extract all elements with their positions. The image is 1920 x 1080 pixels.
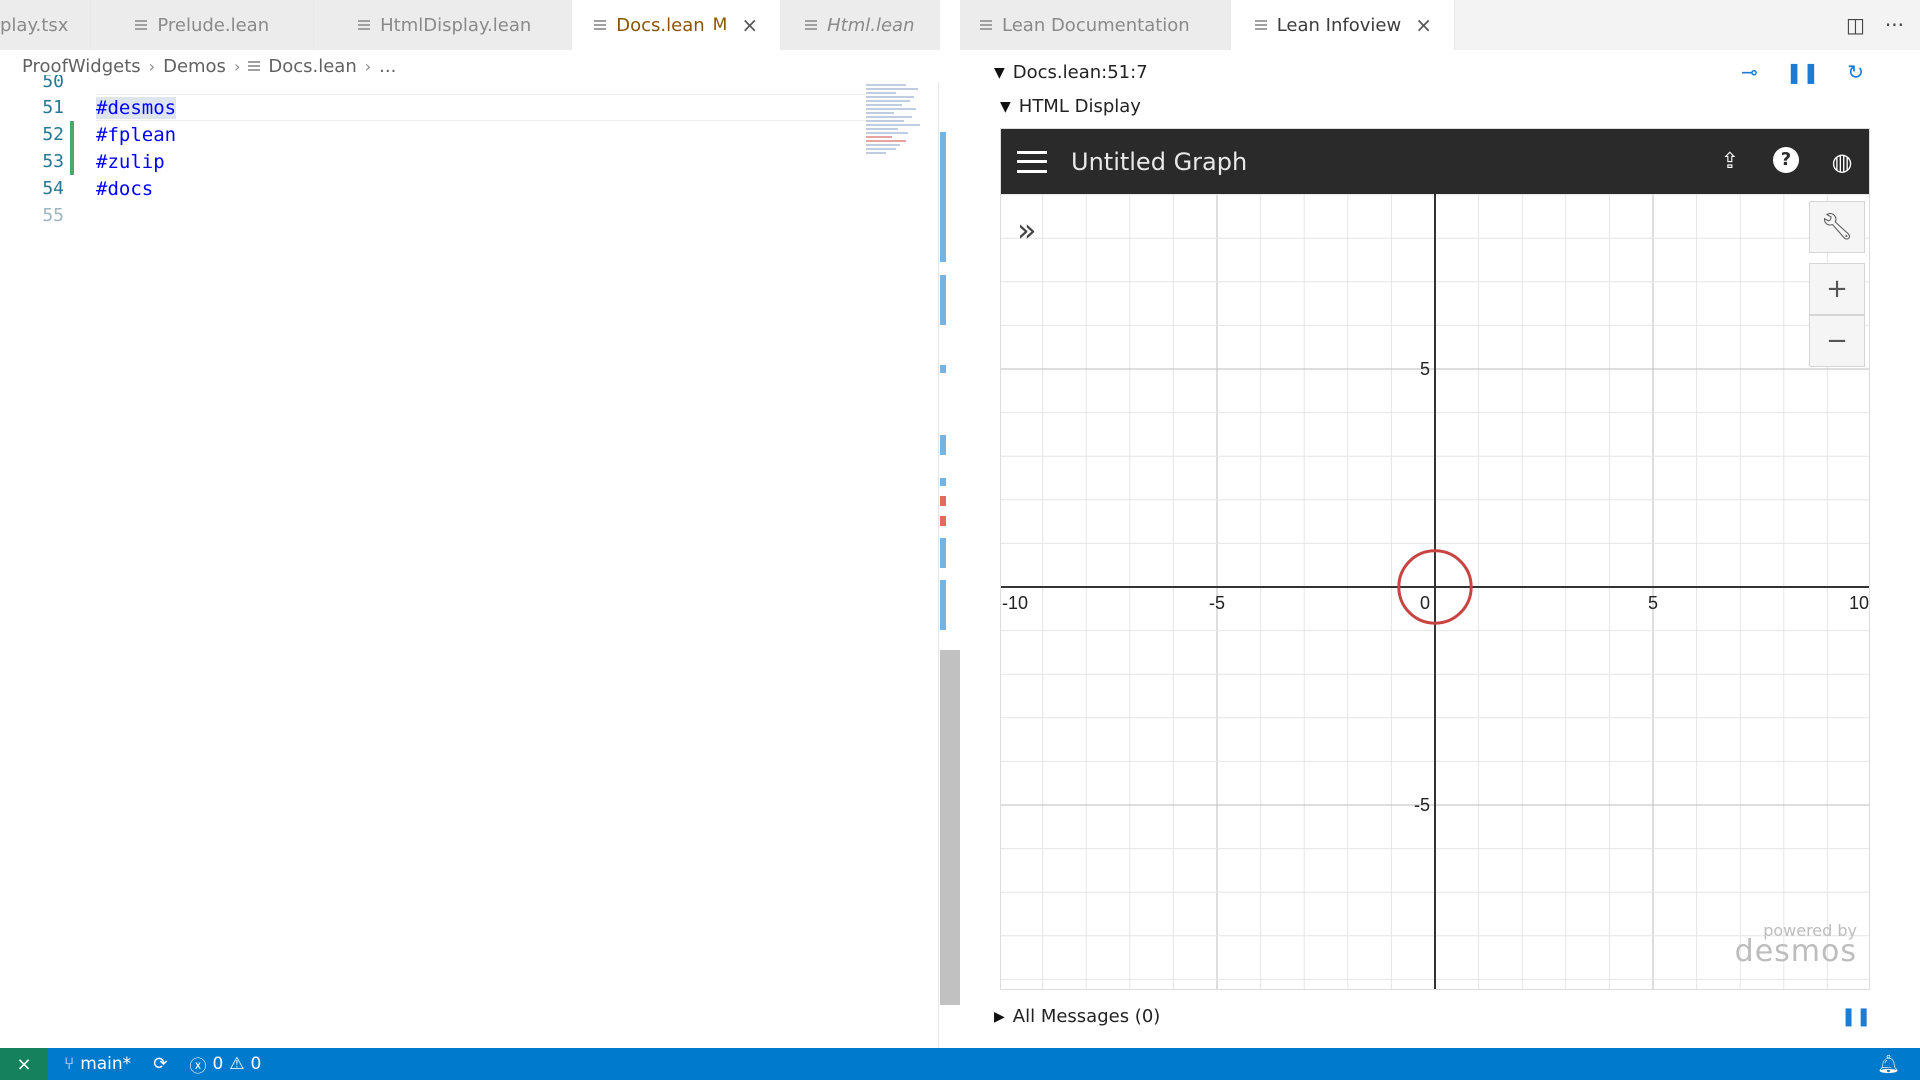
infoview-tab-bar: Lean Documentation Lean Infoview × ◫ ··· [960,0,1920,50]
line-number: 55 [42,205,64,226]
code-line[interactable]: 55 [0,202,860,229]
graph-canvas[interactable]: -10 -5 0 5 10 5 -5 [1001,194,1870,990]
x-tick-label: 5 [1648,593,1658,613]
line-number: 52 [42,124,64,145]
editor-tab-bar: play.tsx Prelude.lean HtmlDisplay.lean D… [0,0,940,50]
file-icon [358,19,372,31]
zoom-out-button[interactable]: − [1809,315,1865,367]
graph-tools: 🔧︎ + − [1809,201,1865,367]
triangle-right-icon: ▶ [994,1008,1005,1025]
editor-actions: ◫ ··· [1846,0,1920,50]
line-number: 54 [42,178,64,199]
goal-position-header[interactable]: ▼ Docs.lean:51:7 [994,62,1148,83]
tab-play-tsx[interactable]: play.tsx [0,0,92,50]
x-tick-label: 0 [1420,593,1430,613]
chevron-right-icon: › [148,56,156,76]
modified-indicator: M [712,15,728,35]
all-messages-header[interactable]: ▶ All Messages (0) [994,1006,1160,1027]
pause-icon[interactable]: ❚❚ [1841,1006,1871,1027]
code-line[interactable]: 54 #docs [0,175,860,202]
file-icon [594,19,608,31]
refresh-icon[interactable]: ↻ [1847,60,1864,84]
line-number: 53 [42,151,64,172]
pause-icon[interactable]: ❚❚ [1786,60,1820,84]
zoom-in-button[interactable]: + [1809,263,1865,315]
branch-indicator[interactable]: ⑂ main* [64,1054,131,1074]
triangle-down-icon: ▼ [1000,98,1011,115]
diff-added-marker [70,121,74,148]
git-branch-icon: ⑂ [64,1054,75,1074]
y-tick-label: 5 [1420,359,1430,379]
desmos-header: Untitled Graph ⇪ ? ◍ [1001,129,1869,194]
pin-icon[interactable]: ⊸ [1741,60,1758,84]
share-icon[interactable]: ⇪ [1715,147,1745,177]
scrollbar-thumb[interactable] [940,650,960,1005]
problems-indicator[interactable]: ⓧ 0 ⚠ 0 [189,1052,261,1077]
file-icon [805,19,819,31]
tab-docs-lean[interactable]: Docs.lean M × [572,0,782,50]
x-tick-label: 10 [1849,593,1869,613]
code-text[interactable]: #zulip [96,151,165,173]
expand-expressions-icon[interactable]: » [1017,211,1037,249]
breadcrumb-item[interactable]: ... [379,56,396,77]
more-actions-icon[interactable]: ··· [1885,13,1904,37]
code-text[interactable]: #fplean [96,124,176,146]
code-line[interactable]: 53 #zulip [0,148,860,175]
powered-by-desmos-logo: powered by desmos [1734,921,1857,969]
file-icon [135,19,149,31]
split-editor-icon[interactable]: ◫ [1846,13,1865,37]
file-icon [1254,19,1269,31]
warning-icon: ⚠ [229,1054,245,1074]
bell-icon[interactable]: 🔔︎ [1877,1054,1900,1075]
wrench-icon[interactable]: 🔧︎ [1809,201,1865,253]
desmos-calculator: Untitled Graph ⇪ ? ◍ -10 -5 0 5 10 5 -5 » 🔧︎ +… [1000,128,1870,990]
graph-title[interactable]: Untitled Graph [1071,148,1247,176]
breadcrumb-item[interactable]: Docs.lean [268,56,356,77]
tab-lean-infoview[interactable]: Lean Infoview × [1230,0,1455,50]
x-tick-label: -10 [1002,593,1028,613]
file-icon [980,19,994,31]
remote-icon[interactable]: ⨯ [0,1048,48,1080]
diff-added-marker [70,148,74,175]
triangle-down-icon: ▼ [994,64,1005,81]
html-display-header[interactable]: ▼ HTML Display [1000,96,1141,117]
close-icon[interactable]: × [741,13,758,37]
hamburger-menu-icon[interactable] [1017,150,1047,173]
status-bar: ⨯ ⑂ main* ⟳ ⓧ 0 ⚠ 0 🔔︎ [0,1048,1920,1080]
tab-html-lean[interactable]: Html.lean [781,0,940,50]
code-line-partial: 50 [42,75,64,89]
code-editor[interactable]: 50 51 #desmos 52 #fplean 53 #zulip 54 #d… [0,75,940,1048]
breadcrumb-item[interactable]: ProofWidgets [22,56,141,77]
breadcrumb-item[interactable]: Demos [163,56,226,77]
code-text[interactable]: #docs [96,178,153,200]
chevron-right-icon: › [364,56,372,76]
code-line[interactable]: 51 #desmos [0,94,866,121]
chevron-right-icon: › [233,56,241,76]
help-icon[interactable]: ? [1773,146,1799,173]
line-number: 51 [42,97,64,118]
x-tick-label: -5 [1209,593,1225,613]
current-line-highlight [96,94,866,121]
infoview-actions: ⊸ ❚❚ ↻ [1741,60,1864,84]
file-icon [248,60,262,72]
code-line[interactable]: 52 #fplean [0,121,860,148]
minimap[interactable] [866,82,930,202]
error-icon: ⓧ [189,1056,207,1077]
tab-prelude[interactable]: Prelude.lean [91,0,315,50]
globe-icon[interactable]: ◍ [1827,147,1857,177]
sync-icon[interactable]: ⟳ [153,1054,167,1074]
tab-htmldisplay[interactable]: HtmlDisplay.lean [314,0,573,50]
tab-lean-documentation[interactable]: Lean Documentation [960,0,1231,50]
close-icon[interactable]: × [1415,13,1432,37]
y-tick-label: -5 [1414,795,1430,815]
